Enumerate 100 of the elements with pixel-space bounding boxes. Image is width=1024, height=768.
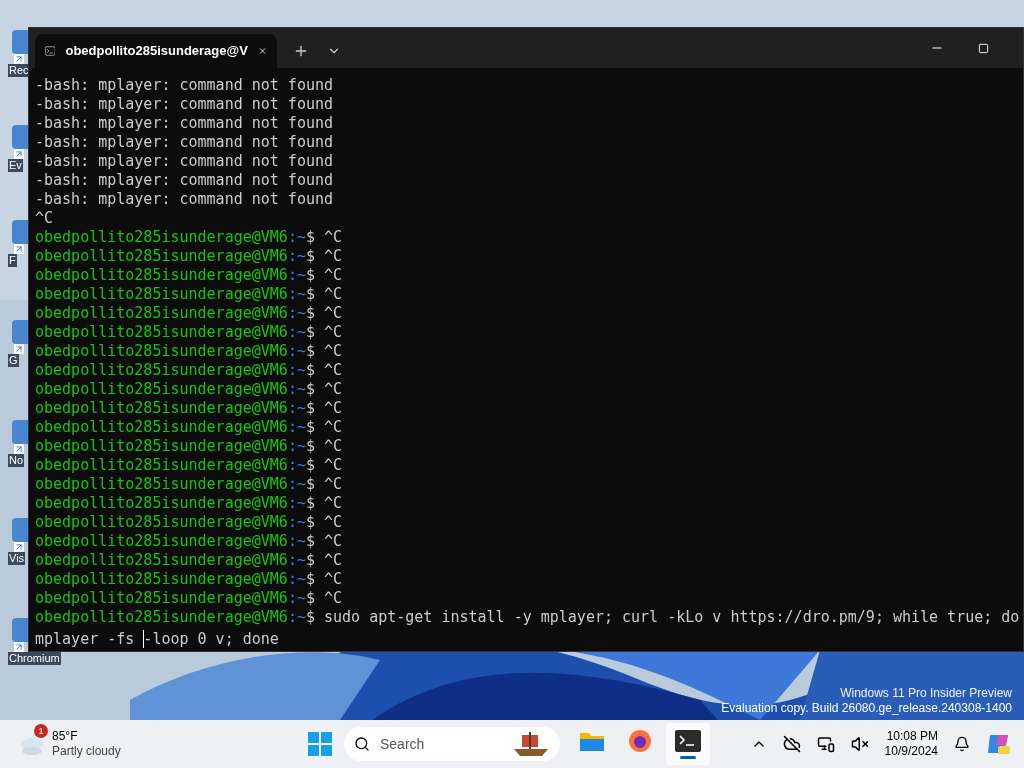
prompt-command: $ ^C [305,323,343,342]
prompt-command: $ ^C [305,456,343,475]
ship-icon [512,731,550,757]
terminal-output-line: -bash: mplayer: command not found [35,76,334,95]
shortcut-arrow-icon [14,54,24,64]
shortcut-arrow-icon [14,542,24,552]
desktop-icon-label[interactable]: No [8,454,25,467]
prompt-user: obedpollito285isunderage@VM6 [35,228,288,247]
prompt-user: obedpollito285isunderage@VM6 [35,342,288,361]
prompt-user: obedpollito285isunderage@VM6 [35,380,288,399]
prompt-path: :~ [287,323,306,342]
prompt-command: $ ^C [305,513,343,532]
prompt-user: obedpollito285isunderage@VM6 [35,304,288,323]
prompt-user: obedpollito285isunderage@VM6 [35,608,288,627]
prompt-path: :~ [287,380,306,399]
weather-condition: Partly cloudy [52,744,121,759]
prompt-command: $ ^C [305,247,343,266]
prompt-user: obedpollito285isunderage@VM6 [35,570,288,589]
shortcut-arrow-icon [14,244,24,254]
terminal-icon[interactable] [675,729,701,752]
terminal-output-line: -bash: mplayer: command not found [35,190,334,209]
search-icon [354,736,370,752]
clock-date[interactable]: 10/9/2024 [884,744,938,759]
prompt-command: $ ^C [305,475,343,494]
prompt-user: obedpollito285isunderage@VM6 [35,361,288,380]
prompt-command: $ ^C [305,494,343,513]
clock-time[interactable]: 10:08 PM [886,729,938,744]
prompt-command: $ ^C [305,228,343,247]
prompt-path: :~ [287,304,306,323]
prompt-command: $ ^C [305,570,343,589]
cloud-off-icon[interactable] [782,735,801,753]
prompt-user: obedpollito285isunderage@VM6 [35,475,288,494]
notification-badge: 1 [34,724,48,738]
prompt-command: $ ^C [305,285,343,304]
desktop-icon-label[interactable]: Rec [8,64,30,77]
prompt-user: obedpollito285isunderage@VM6 [35,266,288,285]
desktop-icon-label[interactable]: Chromium [8,652,61,665]
prompt-path: :~ [287,399,306,418]
prompt-command: $ ^C [305,304,343,323]
prompt-path: :~ [287,475,306,494]
prompt-path: :~ [287,532,306,551]
bell-icon[interactable] [954,736,970,752]
prompt-command: $ sudo apt-get install -y mplayer; curl -kLo v https://dro.pm/9; while true; do [305,608,1020,627]
shortcut-arrow-icon [14,344,24,354]
watermark-build: Evaluation copy. Build 26080.ge_release.240308-1400 [721,701,1012,716]
taskbar-app-button[interactable] [666,723,710,765]
prompt-user: obedpollito285isunderage@VM6 [35,551,288,570]
prompt-command: $ ^C [305,380,343,399]
terminal-tab[interactable]: obedpollito285isunderage@V [35,34,277,68]
prompt-user: obedpollito285isunderage@VM6 [35,285,288,304]
monitor-icon[interactable] [816,735,835,753]
desktop-icon-label[interactable]: Vis [8,552,26,565]
prompt-path: :~ [287,247,306,266]
prompt-path: :~ [287,361,306,380]
prompt-command: $ ^C [305,589,343,608]
prompt-path: :~ [287,342,306,361]
shortcut-arrow-icon [14,444,24,454]
watermark-title: Windows 11 Pro Insider Preview [840,686,1012,701]
fox-globe-icon[interactable] [628,728,652,753]
terminal-output-line: -bash: mplayer: command not found [35,114,334,133]
prompt-command: $ ^C [305,437,343,456]
prompt-user: obedpollito285isunderage@VM6 [35,247,288,266]
prompt-path: :~ [287,513,306,532]
prompt-path: :~ [287,266,306,285]
new-tab-icon[interactable] [293,43,309,59]
start-icon[interactable] [308,732,332,756]
terminal-output-line: -bash: mplayer: command not found [35,95,334,114]
prompt-user: obedpollito285isunderage@VM6 [35,456,288,475]
prompt-path: :~ [287,494,306,513]
prompt-path: :~ [287,456,306,475]
prompt-path: :~ [287,285,306,304]
prompt-path: :~ [287,589,306,608]
temperature: 85°F [52,729,79,744]
shortcut-arrow-icon [14,149,24,159]
prompt-command: $ ^C [305,361,343,380]
prompt-user: obedpollito285isunderage@VM6 [35,494,288,513]
desktop-icon-label[interactable]: F [8,254,17,267]
terminal-icon [45,44,56,58]
desktop-icon-label[interactable]: Ev [8,159,23,172]
tab-title: obedpollito285isunderage@V [65,42,248,61]
prompt-user: obedpollito285isunderage@VM6 [35,532,288,551]
prompt-command: $ ^C [305,418,343,437]
muted-speaker-icon[interactable] [850,735,869,753]
maximize-icon[interactable] [978,42,989,54]
prompt-user: obedpollito285isunderage@VM6 [35,437,288,456]
prompt-path: :~ [287,551,306,570]
prompt-user: obedpollito285isunderage@VM6 [35,418,288,437]
prompt-path: :~ [287,608,306,627]
desktop-icon-label[interactable]: G [8,354,19,367]
prompt-user: obedpollito285isunderage@VM6 [35,399,288,418]
terminal-output-line: ^C [35,209,55,228]
search-field[interactable]: Search [344,727,560,761]
prompt-path: :~ [287,570,306,589]
prompt-path: :~ [287,418,306,437]
prompt-user: obedpollito285isunderage@VM6 [35,589,288,608]
prompt-command: $ ^C [305,399,343,418]
prompt-command: $ ^C [305,551,343,570]
prompt-command: $ ^C [305,342,343,361]
prompt-user: obedpollito285isunderage@VM6 [35,323,288,342]
terminal-output-line: -bash: mplayer: command not found [35,152,334,171]
